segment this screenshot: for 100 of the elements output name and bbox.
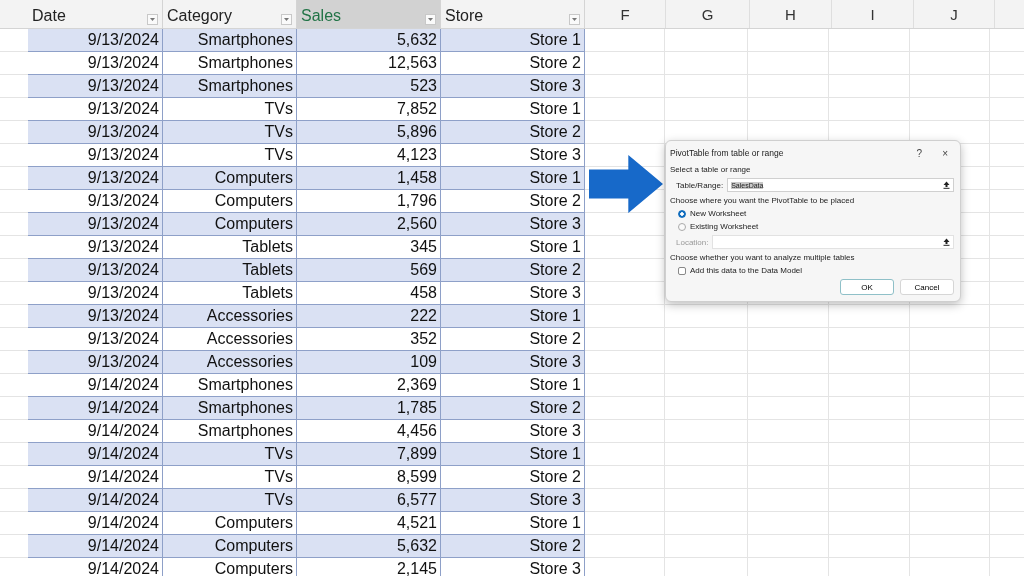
table-cell: Accessories <box>163 328 297 351</box>
table-cell: 1,785 <box>297 397 441 420</box>
table-cell: 9/13/2024 <box>28 282 163 305</box>
cancel-button[interactable]: Cancel <box>900 279 954 295</box>
table-cell: Store 1 <box>441 305 585 328</box>
section-label: Choose where you want the PivotTable to be placed <box>670 196 856 205</box>
collapse-icon[interactable] <box>943 238 950 246</box>
table-cell: Store 3 <box>441 420 585 443</box>
table-cell: Store 2 <box>441 397 585 420</box>
table-cell: TVs <box>163 121 297 144</box>
table-cell: Computers <box>163 167 297 190</box>
table-cell: Store 3 <box>441 351 585 374</box>
column-letter[interactable]: F <box>585 0 666 28</box>
field-label: Table/Range: <box>676 180 724 190</box>
table-cell: Computers <box>163 213 297 236</box>
radio-label[interactable]: Existing Worksheet <box>690 222 759 231</box>
table-cell: 6,577 <box>297 489 441 512</box>
field-label: Location: <box>676 237 709 247</box>
close-button[interactable]: × <box>936 147 954 159</box>
table-cell: 9/14/2024 <box>28 397 163 420</box>
table-cell: 5,632 <box>297 29 441 52</box>
table-cell: Store 2 <box>441 52 585 75</box>
table-cell: 345 <box>297 236 441 259</box>
table-cell: 222 <box>297 305 441 328</box>
table-cell: Store 1 <box>441 512 585 535</box>
dropdown-icon[interactable] <box>147 14 158 25</box>
table-cell: 9/14/2024 <box>28 443 163 466</box>
table-cell: Store 1 <box>441 98 585 121</box>
table-cell: 9/13/2024 <box>28 190 163 213</box>
checkbox[interactable] <box>678 266 686 275</box>
table-cell: 1,796 <box>297 190 441 213</box>
table-cell: 9/13/2024 <box>28 259 163 282</box>
column-letter[interactable]: I <box>832 0 914 28</box>
table-cell: Tablets <box>163 282 297 305</box>
arrow-icon <box>589 155 663 213</box>
table-cell: 9/13/2024 <box>28 144 163 167</box>
table-cell: 9/14/2024 <box>28 466 163 489</box>
radio-button[interactable] <box>678 222 686 231</box>
table-cell: 352 <box>297 328 441 351</box>
checkbox-label[interactable]: Add this data to the Data Model <box>690 266 803 275</box>
ok-button[interactable]: OK <box>840 279 894 295</box>
table-cell: 4,123 <box>297 144 441 167</box>
help-button[interactable]: ? <box>910 147 929 159</box>
table-cell: 9/13/2024 <box>28 75 163 98</box>
table-cell: Store 1 <box>441 236 585 259</box>
table-cell: 9/14/2024 <box>28 374 163 397</box>
table-cell: TVs <box>163 144 297 167</box>
input-field[interactable] <box>712 235 954 249</box>
table-cell: Smartphones <box>163 374 297 397</box>
table-cell: 7,852 <box>297 98 441 121</box>
table-cell: 9/13/2024 <box>28 305 163 328</box>
table-cell: 9/13/2024 <box>28 236 163 259</box>
table-cell: 9/14/2024 <box>28 512 163 535</box>
dropdown-icon[interactable] <box>281 14 292 25</box>
table-cell: 2,369 <box>297 374 441 397</box>
table-cell: Store 1 <box>441 167 585 190</box>
column-letter[interactable]: J <box>914 0 995 28</box>
table-cell: 9/13/2024 <box>28 351 163 374</box>
table-cell: Smartphones <box>163 420 297 443</box>
table-cell: TVs <box>163 466 297 489</box>
table-cell: Smartphones <box>163 29 297 52</box>
table-cell: 5,632 <box>297 535 441 558</box>
table-cell: 5,896 <box>297 121 441 144</box>
table-cell: 1,458 <box>297 167 441 190</box>
table-cell: 2,560 <box>297 213 441 236</box>
table-cell: Computers <box>163 190 297 213</box>
table-cell: Store 1 <box>441 443 585 466</box>
table-cell: Store 2 <box>441 121 585 144</box>
collapse-icon[interactable] <box>943 181 950 189</box>
table-cell: Tablets <box>163 236 297 259</box>
table-cell: 523 <box>297 75 441 98</box>
table-cell: 7,899 <box>297 443 441 466</box>
dropdown-icon[interactable] <box>425 14 436 25</box>
column-letter[interactable]: H <box>750 0 832 28</box>
table-cell: 9/13/2024 <box>28 29 163 52</box>
column-letter[interactable]: G <box>666 0 750 28</box>
table-cell: Store 2 <box>441 190 585 213</box>
table-cell: 4,456 <box>297 420 441 443</box>
table-cell: 4,521 <box>297 512 441 535</box>
table-cell: 458 <box>297 282 441 305</box>
table-cell: 8,599 <box>297 466 441 489</box>
table-cell: TVs <box>163 98 297 121</box>
table-cell: Store 3 <box>441 489 585 512</box>
table-cell: Accessories <box>163 351 297 374</box>
table-cell: Store 2 <box>441 535 585 558</box>
table-cell: Store 2 <box>441 328 585 351</box>
column-header[interactable]: Sales <box>297 0 441 28</box>
radio-button[interactable] <box>678 209 686 218</box>
dropdown-icon[interactable] <box>569 14 580 25</box>
table-cell: 9/13/2024 <box>28 98 163 121</box>
table-cell: Store 1 <box>441 29 585 52</box>
table-cell: TVs <box>163 489 297 512</box>
table-cell: Store 2 <box>441 259 585 282</box>
table-cell: Store 3 <box>441 282 585 305</box>
radio-label[interactable]: New Worksheet <box>690 209 747 218</box>
table-cell: Store 2 <box>441 466 585 489</box>
section-label: Choose whether you want to analyze multiple tables <box>670 253 856 262</box>
table-cell: Computers <box>163 535 297 558</box>
table-cell: Smartphones <box>163 397 297 420</box>
table-cell: Store 3 <box>441 213 585 236</box>
